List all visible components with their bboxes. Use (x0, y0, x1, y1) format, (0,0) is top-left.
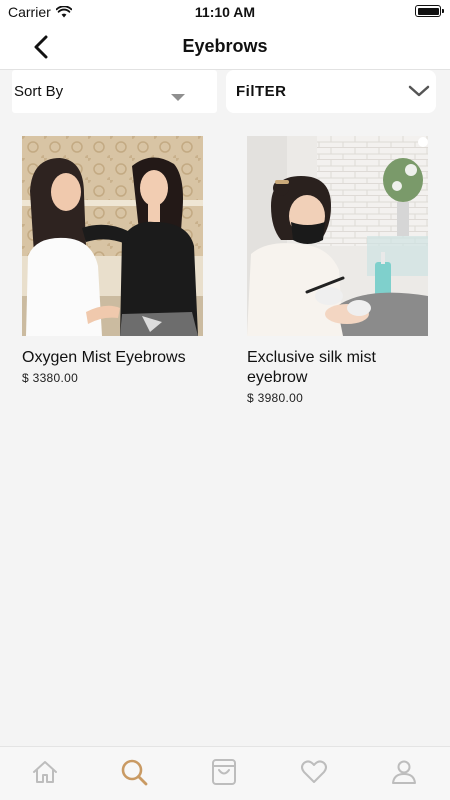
product-card[interactable]: Oxygen Mist Eyebrows $ 3380.00 (22, 136, 204, 385)
status-bar: Carrier 11:10 AM (0, 0, 450, 24)
product-card[interactable]: Exclusive silk mist eyebrow $ 3980.00 (247, 136, 429, 405)
product-price: $ 3380.00 (22, 371, 79, 385)
product-image-consultation[interactable] (22, 136, 203, 336)
page-title: Eyebrows (182, 36, 268, 56)
tab-home[interactable] (30, 757, 60, 787)
filter-button[interactable]: FilTER (226, 70, 436, 113)
battery-icon (415, 5, 444, 17)
status-time: 11:10 AM (194, 4, 256, 20)
tab-favorites[interactable] (299, 757, 329, 787)
sort-filter-bar: Sort By FilTER (0, 70, 450, 114)
tab-bar (0, 746, 450, 800)
sort-by-dropdown[interactable]: Sort By (12, 70, 217, 113)
tab-search[interactable] (119, 757, 149, 787)
chevron-down-icon (408, 85, 430, 97)
product-image-treatment[interactable] (247, 136, 428, 336)
caret-down-icon (171, 94, 185, 101)
navigation-bar: Eyebrows (0, 24, 450, 70)
search-icon (121, 759, 148, 786)
filter-label: FilTER (236, 83, 287, 100)
profile-icon (392, 760, 416, 784)
product-name[interactable]: Exclusive silk mist eyebrow (247, 348, 429, 388)
product-name[interactable]: Oxygen Mist Eyebrows (22, 348, 204, 368)
sort-by-label: Sort By (14, 83, 64, 100)
tab-cart[interactable] (209, 757, 239, 787)
tab-profile[interactable] (389, 757, 419, 787)
product-price: $ 3980.00 (247, 391, 304, 405)
bag-icon (212, 759, 236, 785)
home-icon (33, 761, 57, 783)
heart-icon (301, 760, 327, 783)
